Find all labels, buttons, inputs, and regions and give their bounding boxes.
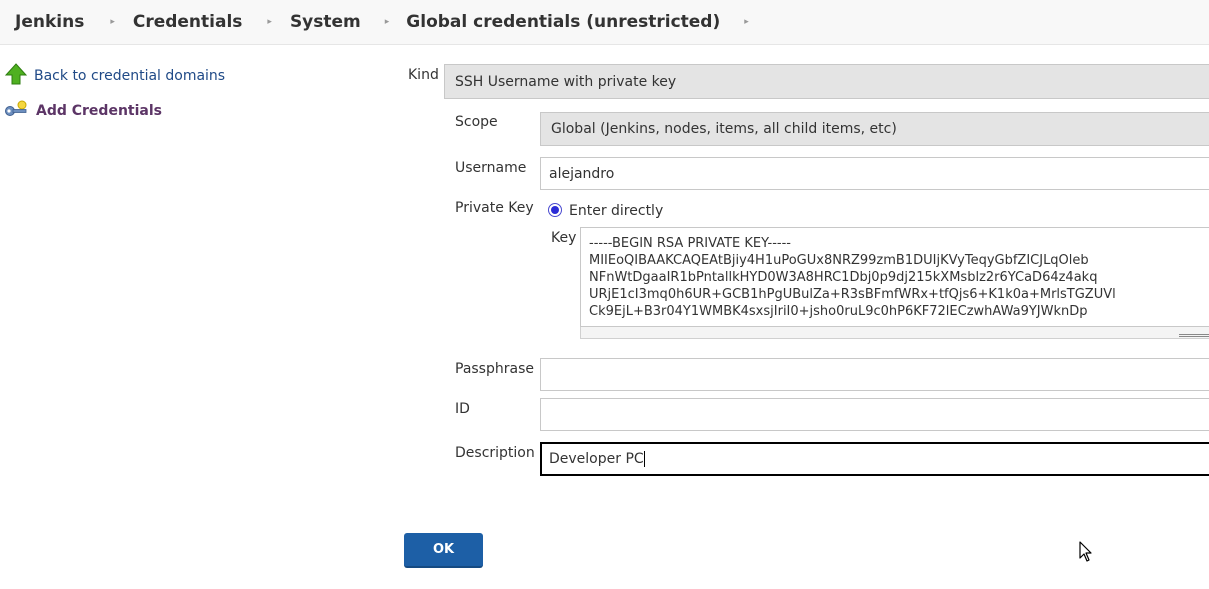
mouse-pointer-icon <box>1079 541 1093 567</box>
description-label: Description <box>455 445 535 461</box>
description-input[interactable]: Developer PC <box>540 442 1209 476</box>
breadcrumb-global-credentials[interactable]: Global credentials (unrestricted) <box>406 12 720 32</box>
username-value: alejandro <box>549 165 615 182</box>
back-to-credential-domains-link[interactable]: Back to credential domains <box>4 63 226 89</box>
scope-select[interactable]: Global (Jenkins, nodes, items, all child… <box>540 112 1209 146</box>
key-textarea-value: -----BEGIN RSA PRIVATE KEY----- MIIEoQIB… <box>589 236 1116 319</box>
private-key-label: Private Key <box>455 200 534 216</box>
textarea-resize-handle[interactable] <box>580 327 1209 339</box>
back-to-credential-domains-label: Back to credential domains <box>34 68 226 84</box>
chevron-right-icon[interactable]: ▸ <box>110 17 115 27</box>
username-label: Username <box>455 160 527 176</box>
key-label: Key <box>551 230 577 246</box>
text-caret <box>643 451 645 467</box>
breadcrumb-credentials[interactable]: Credentials <box>133 12 243 32</box>
radio-selected-dot <box>551 206 559 214</box>
description-value: Developer PC <box>549 451 644 467</box>
resize-grip-icon <box>1179 334 1209 335</box>
enter-directly-radio[interactable] <box>548 203 562 217</box>
chevron-right-icon[interactable]: ▸ <box>267 17 272 27</box>
ok-button[interactable]: OK <box>404 533 483 568</box>
passphrase-label: Passphrase <box>455 361 534 377</box>
chevron-right-icon[interactable]: ▸ <box>385 17 390 27</box>
scope-select-value: Global (Jenkins, nodes, items, all child… <box>551 121 897 137</box>
key-textarea[interactable]: -----BEGIN RSA PRIVATE KEY----- MIIEoQIB… <box>580 227 1209 327</box>
breadcrumb-jenkins[interactable]: Jenkins <box>15 12 84 32</box>
add-credentials-label: Add Credentials <box>36 103 162 119</box>
kind-select-value: SSH Username with private key <box>455 73 677 90</box>
enter-directly-label[interactable]: Enter directly <box>569 203 663 219</box>
kind-select[interactable]: SSH Username with private key <box>444 64 1209 99</box>
chevron-right-icon[interactable]: ▸ <box>744 17 749 27</box>
passphrase-input[interactable] <box>540 358 1209 391</box>
kind-label: Kind <box>408 67 439 83</box>
id-label: ID <box>455 401 470 417</box>
breadcrumb: Jenkins ▸ Credentials ▸ System ▸ Global … <box>0 0 1209 45</box>
scope-label: Scope <box>455 114 498 130</box>
username-input[interactable]: alejandro <box>540 157 1209 190</box>
id-input[interactable] <box>540 398 1209 431</box>
add-credentials-link[interactable]: Add Credentials <box>4 99 162 123</box>
key-icon <box>4 99 28 123</box>
breadcrumb-system[interactable]: System <box>290 12 361 32</box>
resize-grip-icon <box>1179 336 1209 337</box>
up-arrow-icon <box>4 63 28 89</box>
